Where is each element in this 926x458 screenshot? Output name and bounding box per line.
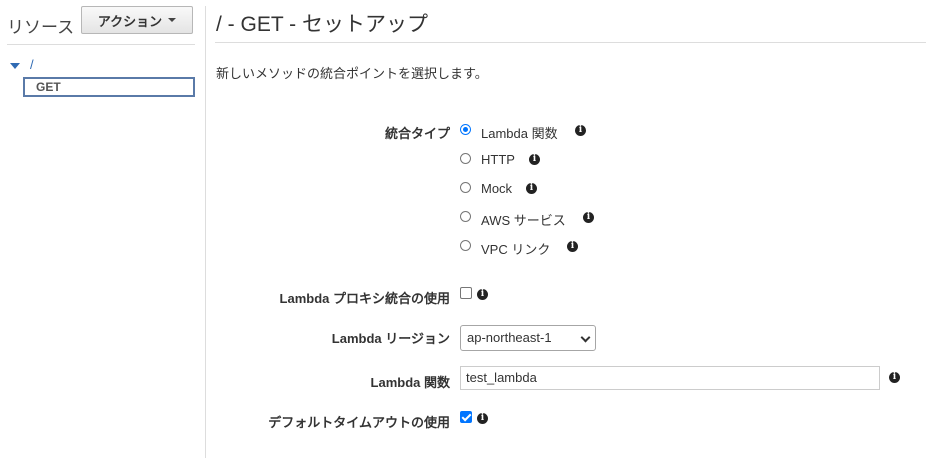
info-icon[interactable]: i bbox=[529, 154, 540, 165]
radio-aws-service[interactable] bbox=[460, 211, 471, 222]
tree-item-get[interactable]: GET bbox=[23, 77, 195, 97]
chevron-down-icon bbox=[580, 332, 591, 343]
info-icon[interactable]: i bbox=[477, 413, 488, 424]
integration-type-label: 統合タイプ bbox=[384, 126, 450, 141]
lambda-proxy-checkbox[interactable] bbox=[460, 287, 472, 299]
radio-http[interactable] bbox=[460, 153, 471, 164]
page-title: / - GET - セットアップ bbox=[216, 13, 428, 36]
resources-title: リソース bbox=[7, 18, 75, 37]
info-icon[interactable]: i bbox=[575, 125, 586, 136]
lambda-region-label: Lambda リージョン bbox=[331, 331, 450, 346]
radio-label-http: HTTP bbox=[481, 152, 515, 167]
actions-button[interactable]: アクション bbox=[81, 6, 193, 34]
lambda-function-label: Lambda 関数 bbox=[370, 375, 450, 390]
radio-mock[interactable] bbox=[460, 182, 471, 193]
info-icon[interactable]: i bbox=[477, 289, 488, 300]
page-description: 新しいメソッドの統合ポイントを選択します。 bbox=[216, 66, 488, 81]
tree-item-root[interactable]: / bbox=[30, 57, 34, 72]
info-icon[interactable]: i bbox=[583, 212, 594, 223]
info-icon[interactable]: i bbox=[526, 183, 537, 194]
radio-label-vpc-link: VPC リンク bbox=[481, 242, 551, 257]
radio-label-lambda-function: Lambda 関数 bbox=[481, 126, 558, 141]
title-divider bbox=[215, 42, 926, 43]
info-icon[interactable]: i bbox=[567, 241, 578, 252]
lambda-proxy-label: Lambda プロキシ統合の使用 bbox=[279, 291, 450, 306]
sidebar-divider bbox=[7, 44, 195, 45]
radio-label-aws-service: AWS サービス bbox=[481, 213, 566, 228]
default-timeout-checkbox[interactable] bbox=[460, 411, 472, 423]
tree-expand-icon[interactable] bbox=[10, 63, 20, 69]
default-timeout-label: デフォルトタイムアウトの使用 bbox=[268, 415, 450, 430]
info-icon[interactable]: i bbox=[889, 372, 900, 383]
lambda-region-value: ap-northeast-1 bbox=[467, 330, 552, 345]
lambda-region-select[interactable]: ap-northeast-1 bbox=[460, 325, 596, 351]
radio-vpc-link[interactable] bbox=[460, 240, 471, 251]
actions-button-label: アクション bbox=[97, 13, 163, 29]
radio-label-mock: Mock bbox=[481, 181, 513, 196]
lambda-function-input[interactable]: test_lambda bbox=[460, 366, 880, 390]
radio-lambda-function[interactable] bbox=[460, 124, 471, 135]
caret-down-icon bbox=[168, 18, 177, 22]
